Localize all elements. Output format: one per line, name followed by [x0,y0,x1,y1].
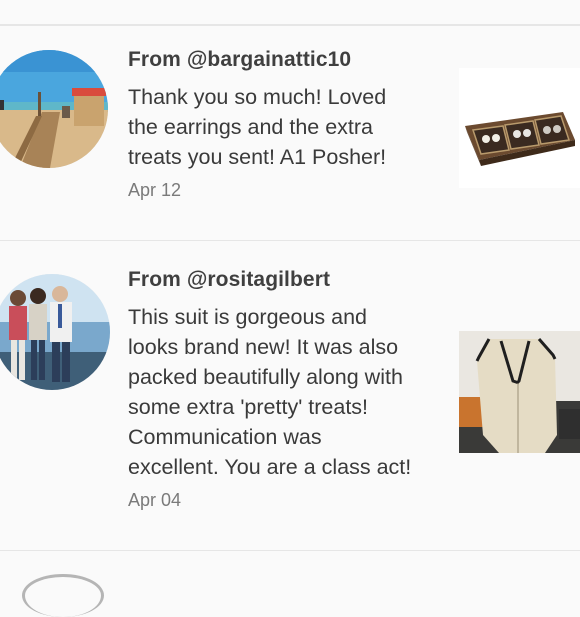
suit-jacket-image [459,331,580,453]
review-author[interactable]: From @rositagilbert [128,268,330,292]
top-divider [0,24,580,26]
listing-thumbnail[interactable] [459,331,580,453]
next-reviewer-avatar[interactable] [22,574,104,617]
listing-thumbnail[interactable] [459,68,580,188]
earrings-box-image [459,68,580,188]
reviewer-avatar[interactable] [0,274,110,390]
reviewer-avatar[interactable] [0,50,108,168]
review-date: Apr 04 [128,490,182,510]
review-author[interactable]: From @bargainattic10 [128,48,351,72]
review-divider [0,550,580,551]
review-message: This suit is gorgeous and looks brand ne… [128,305,412,479]
review-date: Apr 12 [128,180,182,200]
review-message: Thank you so much! Loved the earrings an… [128,85,387,169]
beach-photo-icon [0,50,108,168]
group-photo-icon [0,274,110,390]
review-divider [0,240,580,241]
